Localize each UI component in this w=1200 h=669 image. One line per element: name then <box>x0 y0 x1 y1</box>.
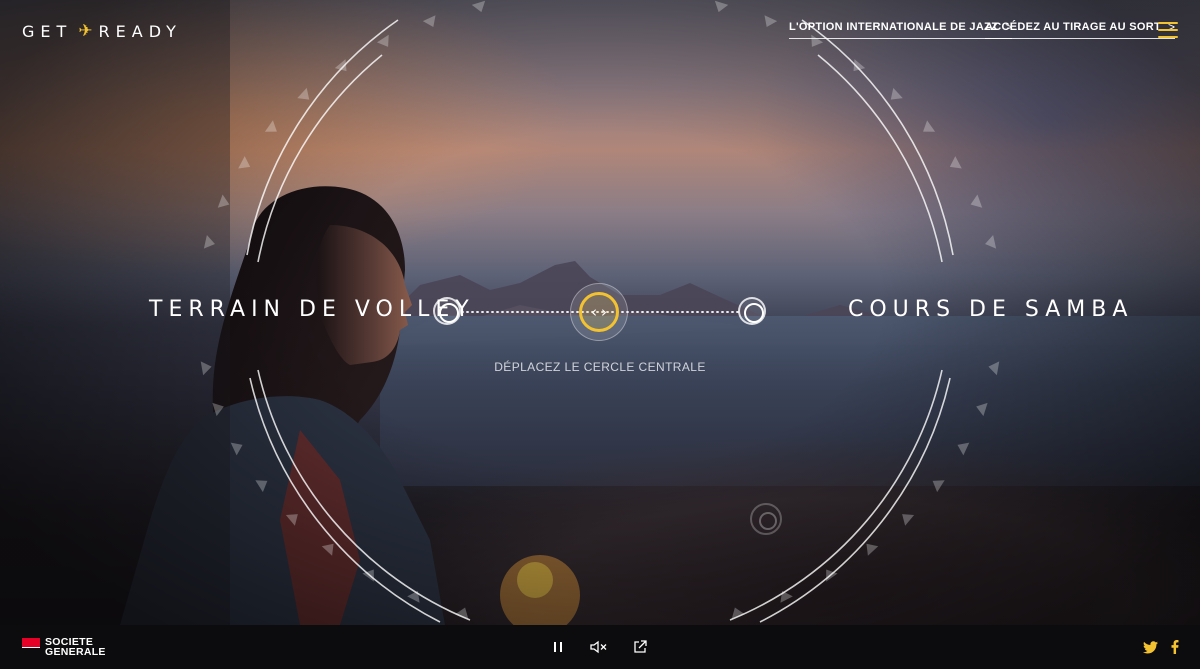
jazz-option-label: L'OPTION INTERNATIONALE DE JAZZ <box>789 21 999 33</box>
share-icon[interactable] <box>630 637 650 657</box>
hamburger-icon[interactable] <box>1158 22 1178 38</box>
center-drag-handle[interactable]: ‹ › <box>570 283 628 341</box>
societe-generale-text: SOCIETE GENERALE <box>45 637 106 658</box>
chevron-left-icon: ‹ <box>591 303 597 321</box>
slider-left-endpoint[interactable] <box>433 297 461 325</box>
menu-line <box>1158 36 1178 38</box>
logo-text-ready: READY <box>98 21 182 41</box>
chevron-right-icon: › <box>601 303 607 321</box>
twitter-icon[interactable] <box>1141 637 1159 657</box>
logo-text-get: GET <box>22 21 73 41</box>
drag-hint-text: DÉPLACEZ LE CERCLE CENTRALE <box>494 360 706 374</box>
brand-line-2: GENERALE <box>45 646 106 658</box>
option-left-label[interactable]: TERRAIN DE VOLLEY <box>149 297 475 322</box>
societe-generale-logo[interactable]: SOCIETE GENERALE <box>22 637 106 657</box>
draw-access-link[interactable]: ACCÉDEZ AU TIRAGE AU SORT > <box>985 20 1176 39</box>
menu-line <box>1158 22 1178 24</box>
get-ready-logo[interactable]: GET ✈ READY <box>22 20 182 42</box>
draw-access-label: ACCÉDEZ AU TIRAGE AU SORT <box>985 21 1161 33</box>
left-right-arrows-icon: ‹ › <box>579 292 619 332</box>
societe-generale-mark-icon <box>22 638 40 656</box>
option-right-label[interactable]: COURS DE SAMBA <box>848 297 1133 322</box>
airplane-icon: ✈ <box>78 21 93 41</box>
slider-right-endpoint[interactable] <box>738 297 766 325</box>
pause-icon[interactable] <box>548 637 568 657</box>
hotspot-ring[interactable] <box>750 503 782 535</box>
facebook-icon[interactable] <box>1166 637 1184 657</box>
footer-bar: SOCIETE GENERALE <box>0 625 1200 669</box>
menu-line <box>1158 29 1178 31</box>
mute-icon[interactable] <box>589 637 609 657</box>
jazz-option-link[interactable]: L'OPTION INTERNATIONALE DE JAZZ > <box>789 20 1013 39</box>
